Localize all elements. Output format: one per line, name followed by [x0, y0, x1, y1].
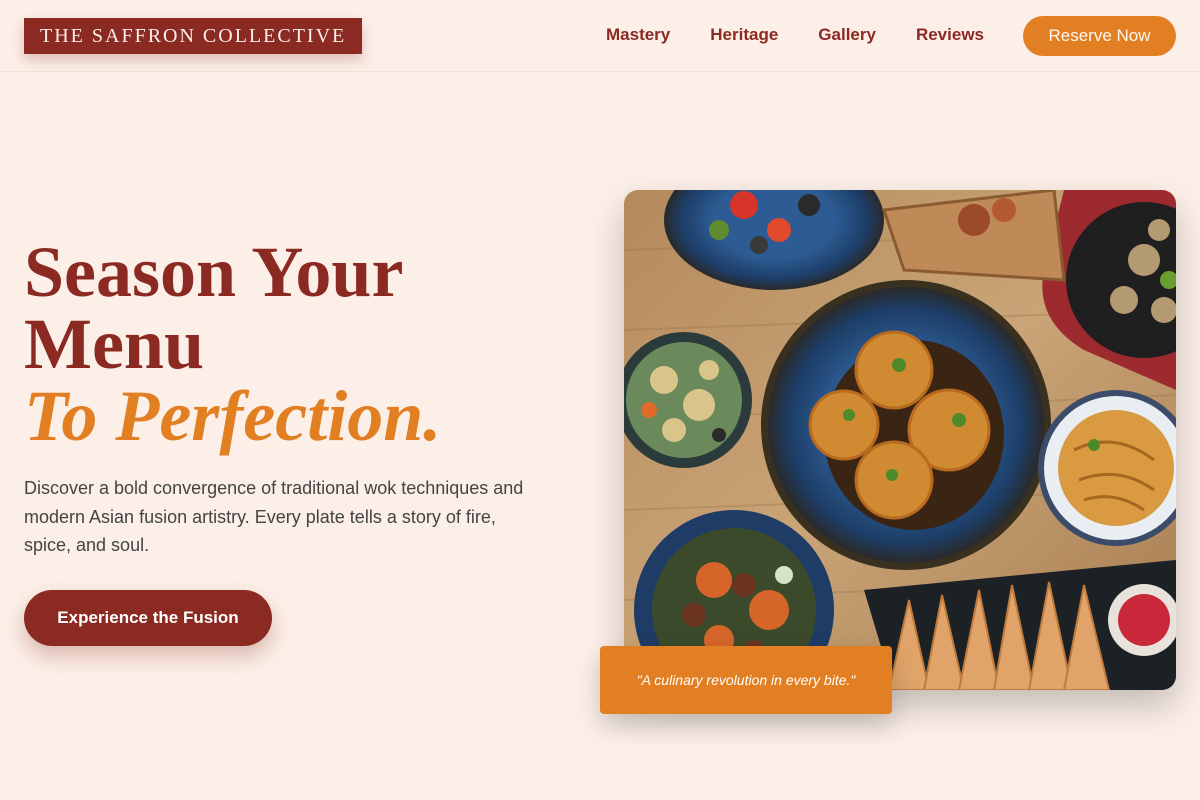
site-header: THE SAFFRON COLLECTIVE Mastery Heritage … [0, 0, 1200, 72]
headline-accent: To Perfection. [24, 376, 442, 456]
main-nav: Mastery Heritage Gallery Reviews [606, 24, 984, 46]
hero-headline: Season Your Menu To Perfection. [24, 236, 544, 452]
headline-line-2: Menu [24, 304, 204, 384]
headline-line-1: Season Your [24, 232, 404, 312]
nav-link-mastery[interactable]: Mastery [606, 24, 670, 46]
reserve-now-button[interactable]: Reserve Now [1023, 16, 1176, 56]
nav-link-reviews[interactable]: Reviews [916, 24, 984, 46]
hero-description: Discover a bold convergence of tradition… [24, 478, 524, 555]
nav-link-gallery[interactable]: Gallery [818, 24, 876, 46]
experience-fusion-button[interactable]: Experience the Fusion [24, 590, 272, 646]
nav-link-heritage[interactable]: Heritage [710, 24, 778, 46]
food-spread-image [624, 190, 1176, 690]
testimonial-quote-card: "A culinary revolution in every bite." [600, 646, 892, 714]
brand-logo[interactable]: THE SAFFRON COLLECTIVE [24, 18, 363, 54]
